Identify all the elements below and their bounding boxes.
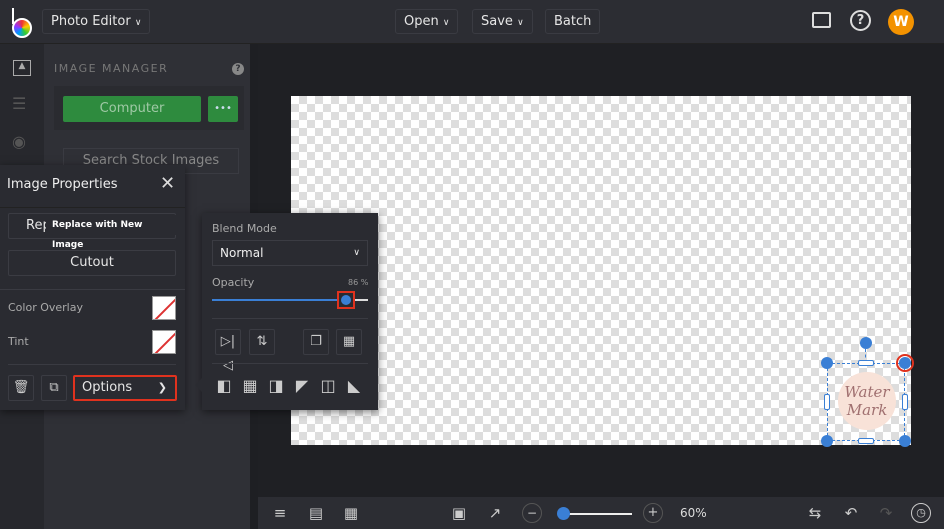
flip-horizontal-icon[interactable]: ▷|◁ xyxy=(215,329,241,373)
resize-handle-top-left[interactable] xyxy=(821,357,833,369)
zoom-out-icon[interactable]: − xyxy=(522,503,542,523)
history-icon[interactable]: ◷ xyxy=(911,503,931,523)
help-icon[interactable]: ? xyxy=(850,10,871,31)
tint-label: Tint xyxy=(8,335,29,348)
zoom-in-icon[interactable]: + xyxy=(643,503,663,523)
blend-mode-label: Blend Mode xyxy=(212,222,277,235)
fit-screen-icon[interactable]: ▣ xyxy=(449,503,469,523)
bottom-toolbar: ≡ ▤ ▦ ▣ ↗ − + 60% ⇆ ↶ ↷ ◷ xyxy=(258,497,944,529)
undo-icon[interactable]: ↶ xyxy=(841,503,861,523)
flip-vertical-icon[interactable]: ⇅ xyxy=(249,329,275,355)
options-button[interactable]: Options ❯ xyxy=(73,375,177,401)
tint-swatch[interactable] xyxy=(152,330,176,354)
crop-canvas-icon[interactable]: ▤ xyxy=(306,503,326,523)
open-menu[interactable]: Open ∨ xyxy=(395,9,459,34)
align-left-icon[interactable]: ◧ xyxy=(214,376,234,396)
save-menu[interactable]: Save ∨ xyxy=(472,9,533,34)
image-properties-panel: Image Properties ✕ Rep Replace with New … xyxy=(0,165,185,410)
redo-icon[interactable]: ↷ xyxy=(876,503,896,523)
options-label: Options xyxy=(82,380,133,395)
chevron-down-icon: ∨ xyxy=(134,18,142,28)
watermark-layer[interactable]: Water Mark xyxy=(827,363,905,441)
send-backward-icon[interactable]: ▦ xyxy=(336,329,362,355)
trash-icon[interactable]: 🗑 xyxy=(8,375,34,401)
edge-handle-left[interactable] xyxy=(824,394,830,410)
color-overlay-label: Color Overlay xyxy=(8,301,83,314)
app-logo[interactable] xyxy=(10,8,34,38)
expand-icon[interactable]: ↗ xyxy=(485,503,505,523)
edge-handle-bottom[interactable] xyxy=(858,438,874,444)
eye-icon[interactable]: ◉ xyxy=(12,132,26,151)
align-middle-icon[interactable]: ◫ xyxy=(318,376,338,396)
align-top-icon[interactable]: ◤ xyxy=(292,376,312,396)
bring-forward-icon[interactable]: ❐ xyxy=(303,329,329,355)
image-canvas[interactable] xyxy=(291,96,911,445)
image-manager-title: IMAGE MANAGER xyxy=(54,62,169,75)
top-bar: Photo Editor ∨ Open ∨ Save ∨ Batch ? W xyxy=(0,0,944,44)
photo-editor-menu[interactable]: Photo Editor ∨ xyxy=(42,9,151,34)
image-properties-title: Image Properties xyxy=(7,177,118,192)
opacity-value: 86 % xyxy=(348,278,369,287)
save-label: Save xyxy=(481,14,513,29)
rotate-handle[interactable] xyxy=(860,337,872,349)
replace-tooltip: Replace with New Image xyxy=(46,215,176,250)
adjust-icon[interactable]: ☰ xyxy=(12,94,26,113)
zoom-slider[interactable] xyxy=(556,507,632,520)
watermark-text-line2: Mark xyxy=(846,401,888,419)
blend-mode-select[interactable]: Normal ∨ xyxy=(212,240,368,266)
opacity-slider-fill xyxy=(212,299,347,301)
opacity-label: Opacity xyxy=(212,276,255,289)
image-icon[interactable]: ▲ xyxy=(13,60,31,76)
chat-icon[interactable] xyxy=(812,12,831,28)
swap-icon[interactable]: ⇆ xyxy=(805,503,825,523)
chevron-right-icon: ❯ xyxy=(157,381,167,394)
computer-upload-button[interactable]: Computer xyxy=(63,96,201,122)
opacity-slider-thumb[interactable] xyxy=(337,291,356,309)
watermark-text-line1: Water xyxy=(844,383,890,401)
opacity-slider[interactable] xyxy=(212,291,368,309)
resize-handle-bottom-right[interactable] xyxy=(899,435,911,447)
cutout-button[interactable]: Cutout xyxy=(8,250,176,276)
resize-handle-top-right[interactable] xyxy=(896,354,914,372)
color-overlay-swatch[interactable] xyxy=(152,296,176,320)
watermark-image: Water Mark xyxy=(838,372,896,430)
blend-mode-value: Normal xyxy=(220,246,264,260)
batch-button[interactable]: Batch xyxy=(545,9,601,34)
edge-handle-top[interactable] xyxy=(858,360,874,366)
avatar[interactable]: W xyxy=(888,9,914,35)
photo-editor-label: Photo Editor xyxy=(51,14,131,29)
chevron-down-icon: ∨ xyxy=(517,18,524,28)
zoom-slider-thumb[interactable] xyxy=(556,507,570,520)
zoom-value: 60% xyxy=(680,506,707,520)
template-icon[interactable]: ▦ xyxy=(341,503,361,523)
resize-handle-bottom-left[interactable] xyxy=(821,435,833,447)
chevron-down-icon: ∨ xyxy=(353,248,360,258)
help-icon[interactable]: ? xyxy=(232,63,244,75)
layers-icon[interactable]: ≡ xyxy=(270,503,290,523)
options-panel: Blend Mode Normal ∨ Opacity 86 % ▷|◁ ⇅ ❐ … xyxy=(195,213,378,410)
more-sources-button[interactable]: ••• xyxy=(208,96,238,122)
duplicate-icon[interactable]: ⧉ xyxy=(41,375,67,401)
edge-handle-right[interactable] xyxy=(902,394,908,410)
close-icon[interactable]: ✕ xyxy=(160,173,175,194)
align-center-icon[interactable]: ▦ xyxy=(240,376,260,396)
align-right-icon[interactable]: ◨ xyxy=(266,376,286,396)
chevron-down-icon: ∨ xyxy=(442,18,450,28)
open-label: Open xyxy=(404,14,439,29)
align-bottom-icon[interactable]: ◣ xyxy=(344,376,364,396)
